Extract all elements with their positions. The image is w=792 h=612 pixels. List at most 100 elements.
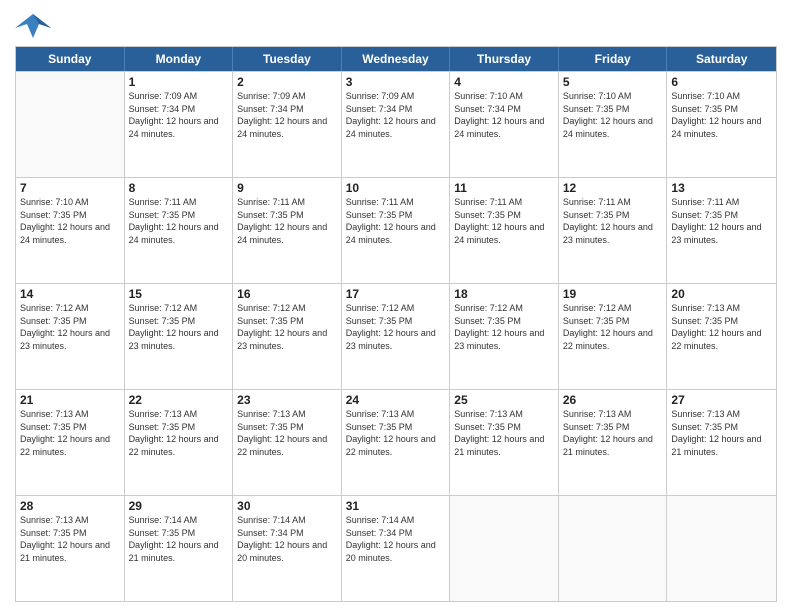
- day-number: 23: [237, 393, 337, 407]
- day-number: 17: [346, 287, 446, 301]
- calendar-cell: 31Sunrise: 7:14 AMSunset: 7:34 PMDayligh…: [342, 496, 451, 601]
- calendar-cell: 26Sunrise: 7:13 AMSunset: 7:35 PMDayligh…: [559, 390, 668, 495]
- day-number: 28: [20, 499, 120, 513]
- day-number: 6: [671, 75, 772, 89]
- day-number: 8: [129, 181, 229, 195]
- calendar-cell: 6Sunrise: 7:10 AMSunset: 7:35 PMDaylight…: [667, 72, 776, 177]
- weekday-header-monday: Monday: [125, 47, 234, 71]
- day-number: 19: [563, 287, 663, 301]
- day-number: 11: [454, 181, 554, 195]
- calendar-cell: 22Sunrise: 7:13 AMSunset: 7:35 PMDayligh…: [125, 390, 234, 495]
- day-number: 12: [563, 181, 663, 195]
- calendar-cell: 17Sunrise: 7:12 AMSunset: 7:35 PMDayligh…: [342, 284, 451, 389]
- day-number: 22: [129, 393, 229, 407]
- calendar-cell: [450, 496, 559, 601]
- day-number: 24: [346, 393, 446, 407]
- cell-info: Sunrise: 7:13 AMSunset: 7:35 PMDaylight:…: [671, 302, 772, 352]
- cell-info: Sunrise: 7:14 AMSunset: 7:34 PMDaylight:…: [237, 514, 337, 564]
- calendar-cell: [667, 496, 776, 601]
- calendar-cell: 14Sunrise: 7:12 AMSunset: 7:35 PMDayligh…: [16, 284, 125, 389]
- cell-info: Sunrise: 7:12 AMSunset: 7:35 PMDaylight:…: [563, 302, 663, 352]
- day-number: 5: [563, 75, 663, 89]
- cell-info: Sunrise: 7:13 AMSunset: 7:35 PMDaylight:…: [20, 514, 120, 564]
- calendar-cell: 1Sunrise: 7:09 AMSunset: 7:34 PMDaylight…: [125, 72, 234, 177]
- weekday-header-friday: Friday: [559, 47, 668, 71]
- calendar-cell: 30Sunrise: 7:14 AMSunset: 7:34 PMDayligh…: [233, 496, 342, 601]
- cell-info: Sunrise: 7:12 AMSunset: 7:35 PMDaylight:…: [129, 302, 229, 352]
- weekday-header-saturday: Saturday: [667, 47, 776, 71]
- day-number: 1: [129, 75, 229, 89]
- cell-info: Sunrise: 7:11 AMSunset: 7:35 PMDaylight:…: [346, 196, 446, 246]
- day-number: 21: [20, 393, 120, 407]
- calendar: SundayMondayTuesdayWednesdayThursdayFrid…: [15, 46, 777, 602]
- day-number: 15: [129, 287, 229, 301]
- calendar-cell: 18Sunrise: 7:12 AMSunset: 7:35 PMDayligh…: [450, 284, 559, 389]
- calendar-cell: 19Sunrise: 7:12 AMSunset: 7:35 PMDayligh…: [559, 284, 668, 389]
- calendar-cell: 15Sunrise: 7:12 AMSunset: 7:35 PMDayligh…: [125, 284, 234, 389]
- cell-info: Sunrise: 7:09 AMSunset: 7:34 PMDaylight:…: [129, 90, 229, 140]
- calendar-cell: 8Sunrise: 7:11 AMSunset: 7:35 PMDaylight…: [125, 178, 234, 283]
- day-number: 16: [237, 287, 337, 301]
- weekday-header-wednesday: Wednesday: [342, 47, 451, 71]
- cell-info: Sunrise: 7:11 AMSunset: 7:35 PMDaylight:…: [671, 196, 772, 246]
- cell-info: Sunrise: 7:11 AMSunset: 7:35 PMDaylight:…: [563, 196, 663, 246]
- calendar-row-2: 7Sunrise: 7:10 AMSunset: 7:35 PMDaylight…: [16, 177, 776, 283]
- cell-info: Sunrise: 7:13 AMSunset: 7:35 PMDaylight:…: [454, 408, 554, 458]
- weekday-header-thursday: Thursday: [450, 47, 559, 71]
- cell-info: Sunrise: 7:13 AMSunset: 7:35 PMDaylight:…: [129, 408, 229, 458]
- day-number: 20: [671, 287, 772, 301]
- calendar-body: 1Sunrise: 7:09 AMSunset: 7:34 PMDaylight…: [16, 71, 776, 601]
- calendar-cell: 12Sunrise: 7:11 AMSunset: 7:35 PMDayligh…: [559, 178, 668, 283]
- day-number: 31: [346, 499, 446, 513]
- calendar-cell: 21Sunrise: 7:13 AMSunset: 7:35 PMDayligh…: [16, 390, 125, 495]
- day-number: 4: [454, 75, 554, 89]
- calendar-cell: 29Sunrise: 7:14 AMSunset: 7:35 PMDayligh…: [125, 496, 234, 601]
- calendar-cell: 16Sunrise: 7:12 AMSunset: 7:35 PMDayligh…: [233, 284, 342, 389]
- cell-info: Sunrise: 7:10 AMSunset: 7:35 PMDaylight:…: [20, 196, 120, 246]
- cell-info: Sunrise: 7:10 AMSunset: 7:34 PMDaylight:…: [454, 90, 554, 140]
- day-number: 2: [237, 75, 337, 89]
- day-number: 29: [129, 499, 229, 513]
- calendar-cell: 3Sunrise: 7:09 AMSunset: 7:34 PMDaylight…: [342, 72, 451, 177]
- cell-info: Sunrise: 7:13 AMSunset: 7:35 PMDaylight:…: [346, 408, 446, 458]
- calendar-header: SundayMondayTuesdayWednesdayThursdayFrid…: [16, 47, 776, 71]
- calendar-cell: 10Sunrise: 7:11 AMSunset: 7:35 PMDayligh…: [342, 178, 451, 283]
- cell-info: Sunrise: 7:10 AMSunset: 7:35 PMDaylight:…: [671, 90, 772, 140]
- calendar-cell: 5Sunrise: 7:10 AMSunset: 7:35 PMDaylight…: [559, 72, 668, 177]
- calendar-cell: [16, 72, 125, 177]
- cell-info: Sunrise: 7:12 AMSunset: 7:35 PMDaylight:…: [346, 302, 446, 352]
- calendar-cell: 23Sunrise: 7:13 AMSunset: 7:35 PMDayligh…: [233, 390, 342, 495]
- cell-info: Sunrise: 7:11 AMSunset: 7:35 PMDaylight:…: [129, 196, 229, 246]
- day-number: 25: [454, 393, 554, 407]
- calendar-cell: 11Sunrise: 7:11 AMSunset: 7:35 PMDayligh…: [450, 178, 559, 283]
- logo: [15, 10, 55, 40]
- cell-info: Sunrise: 7:14 AMSunset: 7:35 PMDaylight:…: [129, 514, 229, 564]
- cell-info: Sunrise: 7:13 AMSunset: 7:35 PMDaylight:…: [563, 408, 663, 458]
- cell-info: Sunrise: 7:12 AMSunset: 7:35 PMDaylight:…: [20, 302, 120, 352]
- calendar-cell: 2Sunrise: 7:09 AMSunset: 7:34 PMDaylight…: [233, 72, 342, 177]
- cell-info: Sunrise: 7:09 AMSunset: 7:34 PMDaylight:…: [346, 90, 446, 140]
- calendar-cell: [559, 496, 668, 601]
- calendar-cell: 4Sunrise: 7:10 AMSunset: 7:34 PMDaylight…: [450, 72, 559, 177]
- calendar-cell: 13Sunrise: 7:11 AMSunset: 7:35 PMDayligh…: [667, 178, 776, 283]
- day-number: 27: [671, 393, 772, 407]
- cell-info: Sunrise: 7:12 AMSunset: 7:35 PMDaylight:…: [454, 302, 554, 352]
- cell-info: Sunrise: 7:09 AMSunset: 7:34 PMDaylight:…: [237, 90, 337, 140]
- calendar-row-5: 28Sunrise: 7:13 AMSunset: 7:35 PMDayligh…: [16, 495, 776, 601]
- calendar-cell: 28Sunrise: 7:13 AMSunset: 7:35 PMDayligh…: [16, 496, 125, 601]
- calendar-row-4: 21Sunrise: 7:13 AMSunset: 7:35 PMDayligh…: [16, 389, 776, 495]
- cell-info: Sunrise: 7:13 AMSunset: 7:35 PMDaylight:…: [671, 408, 772, 458]
- cell-info: Sunrise: 7:13 AMSunset: 7:35 PMDaylight:…: [20, 408, 120, 458]
- day-number: 10: [346, 181, 446, 195]
- day-number: 9: [237, 181, 337, 195]
- calendar-cell: 24Sunrise: 7:13 AMSunset: 7:35 PMDayligh…: [342, 390, 451, 495]
- day-number: 13: [671, 181, 772, 195]
- day-number: 18: [454, 287, 554, 301]
- cell-info: Sunrise: 7:14 AMSunset: 7:34 PMDaylight:…: [346, 514, 446, 564]
- calendar-cell: 7Sunrise: 7:10 AMSunset: 7:35 PMDaylight…: [16, 178, 125, 283]
- cell-info: Sunrise: 7:11 AMSunset: 7:35 PMDaylight:…: [237, 196, 337, 246]
- calendar-row-1: 1Sunrise: 7:09 AMSunset: 7:34 PMDaylight…: [16, 71, 776, 177]
- day-number: 30: [237, 499, 337, 513]
- cell-info: Sunrise: 7:11 AMSunset: 7:35 PMDaylight:…: [454, 196, 554, 246]
- day-number: 14: [20, 287, 120, 301]
